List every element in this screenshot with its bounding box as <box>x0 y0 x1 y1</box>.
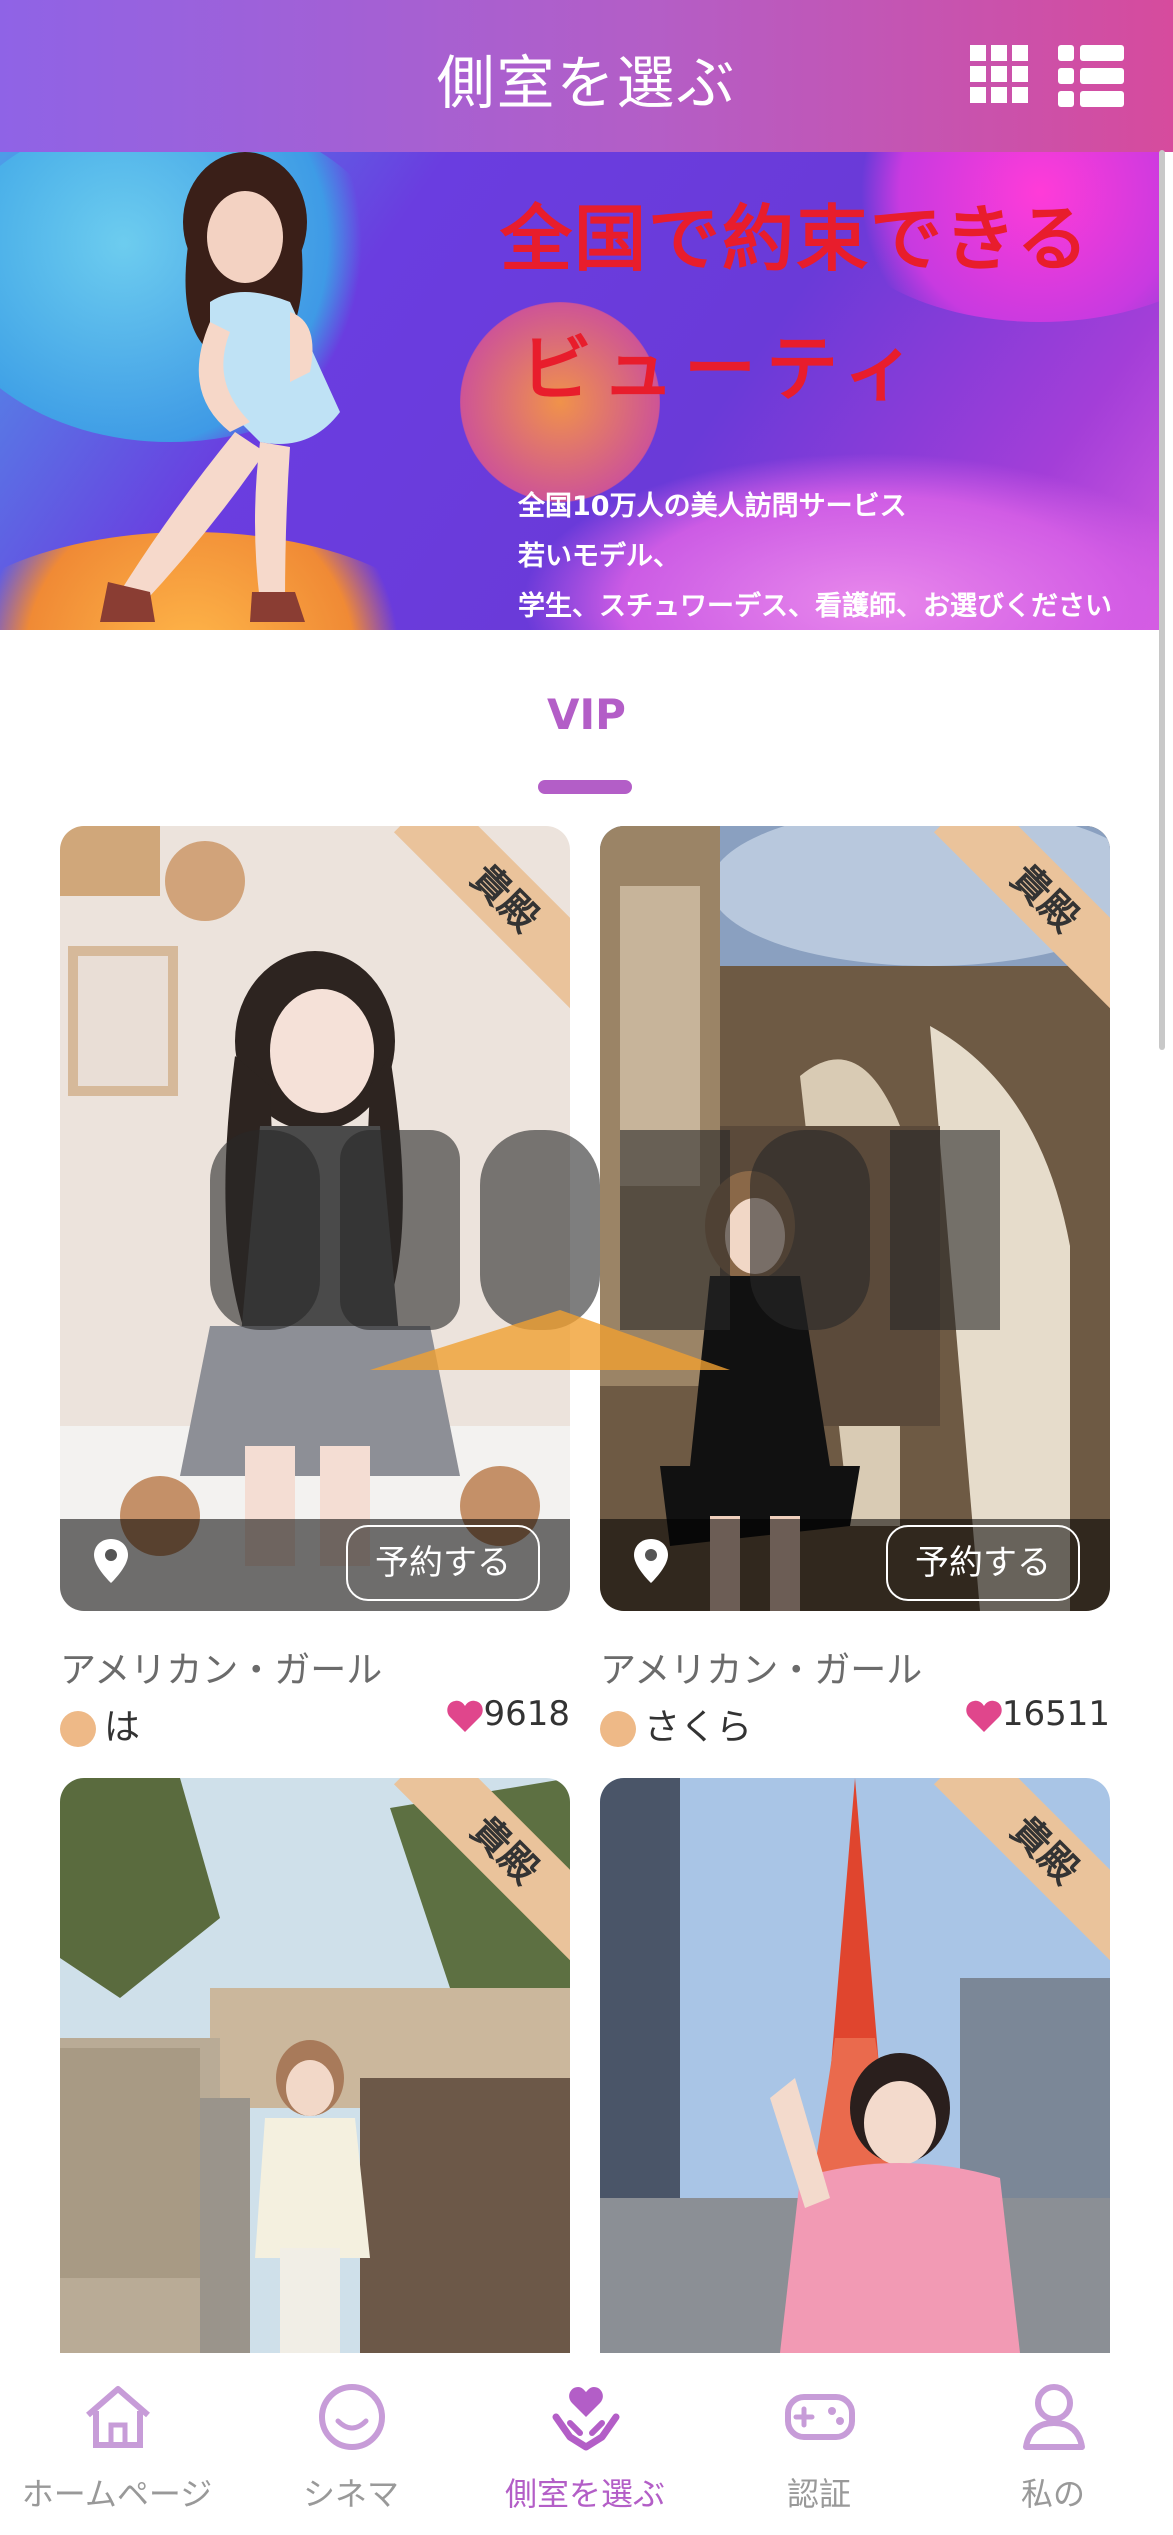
bottom-nav: ホームページ シネマ 側室を選ぶ 認証 私の <box>0 2355 1173 2535</box>
book-button[interactable]: 予約する <box>886 1525 1080 1601</box>
profile-card[interactable]: 貴殿 <box>600 1778 1110 2353</box>
nav-label: 認証 <box>786 2475 851 2513</box>
nav-label: 私の <box>1020 2475 1085 2513</box>
user-name: さくら <box>644 1707 753 1748</box>
nav-item-mine[interactable]: 私の <box>936 2355 1170 2535</box>
card-title: アメリカン・ガール <box>600 1650 923 1691</box>
list-icon[interactable] <box>1058 45 1124 107</box>
card-user: は <box>60 1698 140 1750</box>
heart-icon[interactable] <box>447 1700 484 1732</box>
banner-line-3: 学生、スチュワーデス、看護師、お選びください <box>518 591 1112 622</box>
profile-photo[interactable]: 貴殿 予約する <box>60 826 570 1611</box>
nav-label: ホームページ <box>21 2475 213 2513</box>
like-count[interactable]: 9618 <box>447 1694 570 1734</box>
avatar <box>60 1711 96 1747</box>
location-pin-icon[interactable] <box>634 1539 668 1583</box>
avatar <box>600 1711 636 1747</box>
card-action-bar: 予約する <box>600 1519 1110 1611</box>
user-icon <box>1023 2384 1085 2450</box>
card-user: さくら <box>600 1698 752 1750</box>
promo-banner[interactable]: 全国で約束できる ビューティ 全国10万人の美人訪問サービス 若いモデル、 学生… <box>0 152 1160 630</box>
like-count[interactable]: 16511 <box>966 1694 1110 1734</box>
banner-line-1: 全国10万人の美人訪問サービス <box>518 491 907 522</box>
tab-active-indicator <box>538 780 632 794</box>
banner-headline-1: 全国で約束できる <box>500 197 1091 281</box>
scrollbar[interactable] <box>1159 150 1165 1050</box>
banner-headline-2: ビューティ <box>520 327 926 411</box>
nav-item-home[interactable]: ホームページ <box>0 2355 234 2535</box>
profile-photo[interactable]: 貴殿 予約する <box>600 826 1110 1611</box>
book-button[interactable]: 予約する <box>346 1525 540 1601</box>
heart-icon[interactable] <box>966 1700 1002 1732</box>
nav-label: 側室を選ぶ <box>504 2475 665 2513</box>
profile-card[interactable]: 貴殿 予約する アメリカン・ガール は 9618 <box>60 826 570 1748</box>
nav-item-cinema[interactable]: シネマ <box>234 2355 468 2535</box>
user-name: は <box>104 1707 141 1748</box>
heart-hands-icon <box>552 2387 620 2451</box>
profile-card[interactable]: 貴殿 予約する アメリカン・ガール さくら 16511 <box>600 826 1110 1748</box>
app-header: 側室を選ぶ <box>0 0 1173 152</box>
gamepad-icon <box>785 2394 855 2440</box>
smile-icon <box>319 2384 385 2450</box>
card-title: アメリカン・ガール <box>60 1650 383 1691</box>
profile-photo[interactable]: 貴殿 <box>60 1778 570 2353</box>
nav-label: シネマ <box>302 2475 399 2513</box>
profile-photo[interactable]: 貴殿 <box>600 1778 1110 2353</box>
grid-icon[interactable] <box>970 45 1028 103</box>
banner-line-2: 若いモデル、 <box>518 541 680 572</box>
card-action-bar: 予約する <box>60 1519 570 1611</box>
banner-model-image <box>100 152 340 622</box>
like-value: 9618 <box>483 1694 570 1734</box>
profile-card[interactable]: 貴殿 <box>60 1778 570 2353</box>
like-value: 16511 <box>1001 1694 1110 1734</box>
nav-item-choose[interactable]: 側室を選ぶ <box>468 2355 702 2535</box>
location-pin-icon[interactable] <box>94 1539 128 1583</box>
tab-vip[interactable]: VIP <box>0 690 1173 739</box>
nav-item-verify[interactable]: 認証 <box>702 2355 936 2535</box>
home-icon <box>86 2386 150 2448</box>
